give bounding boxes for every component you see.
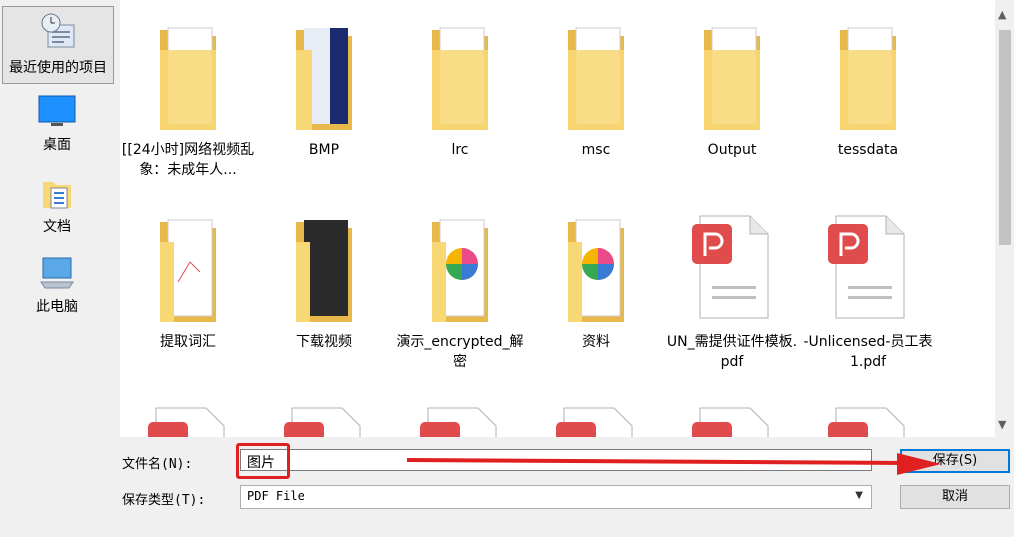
pdf-file-icon [284,407,361,437]
file-name: 演示_encrypted_解密 [396,334,524,370]
file-name: -Unlicensed-员工表1.pdf [803,334,933,370]
filetype-select[interactable]: PDF File ▼ [240,485,872,509]
folder-item[interactable]: msc [528,20,664,160]
file-name: 资料 [582,334,610,350]
annotation-arrow [406,453,941,475]
sidebar-item-recent[interactable]: 最近使用的项目 [2,6,114,84]
sidebar-item-this-pc[interactable]: 此电脑 [2,256,112,316]
filename-label: 文件名(N): [122,457,193,472]
folder-item[interactable]: 提取词汇 [120,212,256,352]
pdf-file-icon [148,407,225,437]
folder-icon [160,219,216,326]
folder-item[interactable]: 下载视频 [256,212,392,352]
folder-icon [296,28,352,134]
pdf-file-item[interactable] [528,404,664,437]
documents-icon [43,182,71,209]
sidebar-item-label: 此电脑 [36,299,78,315]
sidebar-item-desktop[interactable]: 桌面 [2,94,112,154]
file-name: lrc [451,142,469,158]
pdf-file-item[interactable]: UN_需提供证件模板.pdf [664,212,800,372]
save-form: 文件名(N): 图片 保存类型(T): PDF File ▼ 保存(S) 取消 [0,437,1014,537]
pdf-file-icon [556,407,633,437]
pdf-file-item[interactable] [800,404,936,437]
file-name: 下载视频 [296,334,352,350]
pdf-file-icon [420,407,497,437]
cancel-button[interactable]: 取消 [900,485,1010,509]
folder-icon [568,219,624,326]
filetype-label: 保存类型(T): [122,493,206,508]
folder-item[interactable]: 演示_encrypted_解密 [392,212,528,372]
folder-icon [160,27,216,134]
desktop-icon [38,95,76,126]
scroll-up-icon[interactable]: ▲ [998,8,1006,21]
scroll-thumb[interactable] [999,30,1011,245]
pdf-file-item[interactable] [664,404,800,437]
pdf-file-icon [828,407,905,437]
folder-item[interactable]: BMP [256,20,392,160]
folder-icon [704,27,760,134]
file-name: [[24小时]网络视频乱象：未成年人... [121,142,255,178]
filename-highlight-box [236,443,290,479]
sidebar-item-label: 桌面 [43,137,71,153]
folder-item[interactable]: [[24小时]网络视频乱象：未成年人... [120,20,256,180]
filetype-value: PDF File [247,489,305,503]
folder-icon [840,27,896,134]
folder-icon [568,27,624,134]
pdf-file-icon [692,407,769,437]
chevron-down-icon: ▼ [855,490,863,501]
file-name: msc [581,142,611,158]
folder-item[interactable]: tessdata [800,20,936,160]
folder-item[interactable]: lrc [392,20,528,160]
pdf-file-item[interactable]: -Unlicensed-员工表1.pdf [800,212,936,372]
pdf-file-item[interactable] [120,404,256,437]
folder-icon [296,220,352,326]
folder-icon [432,219,488,326]
folder-icon [432,27,488,134]
file-name: BMP [308,142,340,158]
vertical-scrollbar[interactable]: ▲ ▼ [995,0,1014,437]
file-name: Output [707,142,757,158]
folder-item[interactable]: 资料 [528,212,664,352]
sidebar-item-label: 最近使用的项目 [9,60,107,76]
this-pc-icon [40,257,74,289]
pdf-file-icon [692,215,769,319]
file-name: 提取词汇 [160,334,216,350]
file-list-view: [[24小时]网络视频乱象：未成年人... BMP lrc msc Output… [120,0,995,437]
file-name: tessdata [837,142,899,158]
folder-item[interactable]: Output [664,20,800,160]
pdf-file-item[interactable] [392,404,528,437]
pdf-file-icon [828,215,905,319]
sidebar-item-label: 文档 [43,219,71,235]
navigation-pane: 最近使用的项目 桌面 文档 此电脑 [0,0,117,430]
recent-items-icon [41,13,75,48]
file-name: UN_需提供证件模板.pdf [666,334,798,370]
pdf-file-item[interactable] [256,404,392,437]
sidebar-item-documents[interactable]: 文档 [2,176,112,236]
scroll-down-icon[interactable]: ▼ [998,418,1006,431]
